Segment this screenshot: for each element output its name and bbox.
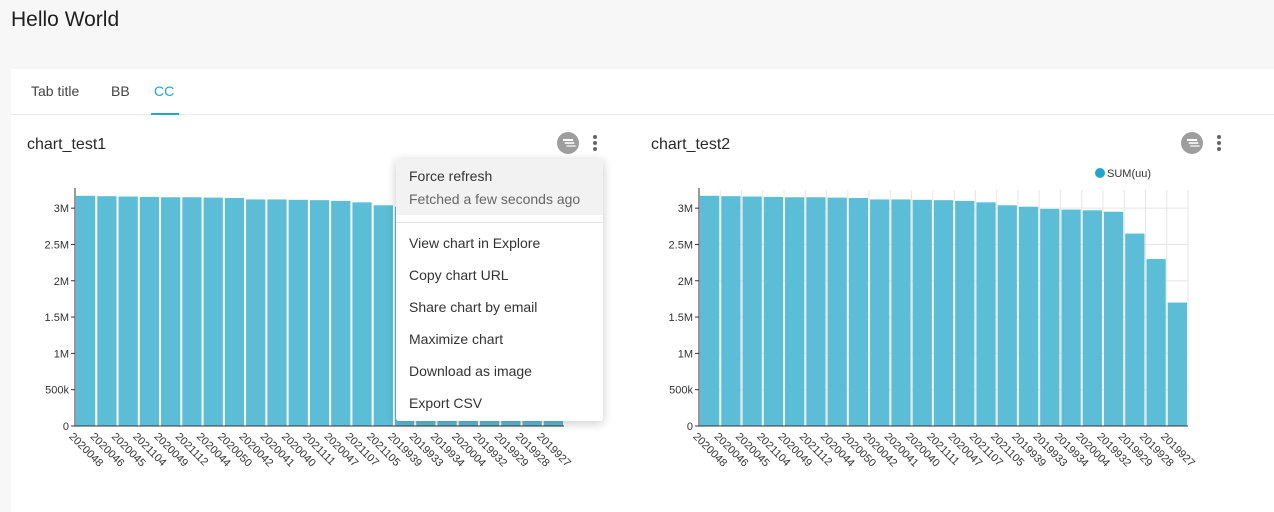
bar (1082, 210, 1102, 426)
y-tick-label: 0 (63, 421, 69, 433)
maximize-chart-item[interactable]: Maximize chart (409, 331, 503, 347)
bar (288, 199, 308, 426)
view-in-explore-item[interactable]: View chart in Explore (409, 235, 540, 251)
legend-label: SUM(uu) (1107, 168, 1152, 180)
bar (1018, 206, 1039, 426)
bar (1040, 208, 1060, 426)
bar (139, 196, 160, 426)
chart-options-menu: Force refresh Fetched a few seconds ago … (396, 159, 603, 421)
tab-cc[interactable]: CC (154, 83, 174, 99)
bar (848, 197, 869, 426)
y-tick-label: 3M (54, 203, 69, 215)
y-tick-label: 2M (678, 276, 693, 288)
y-tick-label: 2.5M (669, 239, 693, 251)
bar (827, 197, 847, 426)
bar (309, 200, 330, 426)
more-options-icon[interactable] (588, 132, 602, 154)
bar (161, 197, 181, 426)
tab-bar: Tab title BB CC (11, 69, 1274, 115)
y-tick-label: 2M (54, 276, 69, 288)
y-tick-label: 500k (45, 385, 69, 397)
y-tick-label: 0 (687, 421, 693, 433)
bar (1146, 258, 1166, 426)
chart-title-1: chart_test1 (27, 136, 107, 153)
y-tick-label: 500k (669, 385, 693, 397)
bar (373, 205, 393, 426)
tab-tab-title[interactable]: Tab title (31, 83, 79, 99)
tab-bb[interactable]: BB (111, 83, 130, 99)
bar (870, 199, 890, 426)
page-title: Hello World (11, 8, 120, 31)
y-tick-label: 1.5M (45, 312, 69, 324)
bar (742, 196, 762, 426)
bar (76, 195, 96, 426)
dashboard-content: Tab title BB CC chart_test1 0 500k 1M 1.5M 2… (11, 69, 1274, 512)
y-tick-label: 1M (678, 348, 693, 360)
copy-chart-url-item[interactable]: Copy chart URL (409, 267, 509, 283)
y-tick-label: 1M (54, 348, 69, 360)
bar (997, 205, 1017, 426)
bar (352, 202, 372, 426)
legend-dot-icon (1095, 168, 1105, 178)
filter-icon[interactable] (1181, 132, 1203, 154)
filter-icon[interactable] (557, 132, 579, 154)
bar (806, 197, 826, 426)
bar (763, 196, 784, 426)
bar (224, 197, 245, 426)
bar (955, 200, 975, 426)
bar (118, 196, 138, 426)
menu-divider (396, 222, 603, 223)
bar (97, 196, 117, 426)
bar (912, 199, 932, 426)
bar (933, 200, 954, 426)
bar (267, 199, 287, 426)
chart-title-2: chart_test2 (651, 136, 731, 153)
bar (1103, 211, 1124, 426)
y-tick-label: 3M (678, 203, 693, 215)
bar (331, 200, 351, 426)
share-by-email-item[interactable]: Share chart by email (409, 299, 537, 315)
bar (891, 199, 911, 426)
bar (700, 195, 720, 426)
chart-legend: SUM(uu) (1095, 168, 1151, 180)
download-image-item[interactable]: Download as image (409, 363, 532, 379)
bar (721, 196, 741, 426)
force-refresh-item[interactable]: Force refresh (409, 168, 492, 184)
bar (1125, 233, 1145, 426)
bar (182, 197, 202, 426)
more-options-icon[interactable] (1212, 132, 1226, 154)
bar (246, 199, 266, 426)
y-tick-label: 2.5M (45, 239, 69, 251)
active-tab-indicator (151, 113, 179, 115)
bar-chart-2: 0500k1M1.5M2M2.5M3M202004820200462020045… (669, 188, 1197, 469)
fetched-status: Fetched a few seconds ago (409, 191, 581, 207)
bar (976, 202, 996, 426)
bar (1061, 209, 1081, 426)
export-csv-item[interactable]: Export CSV (409, 395, 482, 411)
bar (785, 197, 805, 426)
y-tick-label: 1.5M (669, 312, 693, 324)
bar (1167, 302, 1187, 426)
bar (203, 197, 223, 426)
